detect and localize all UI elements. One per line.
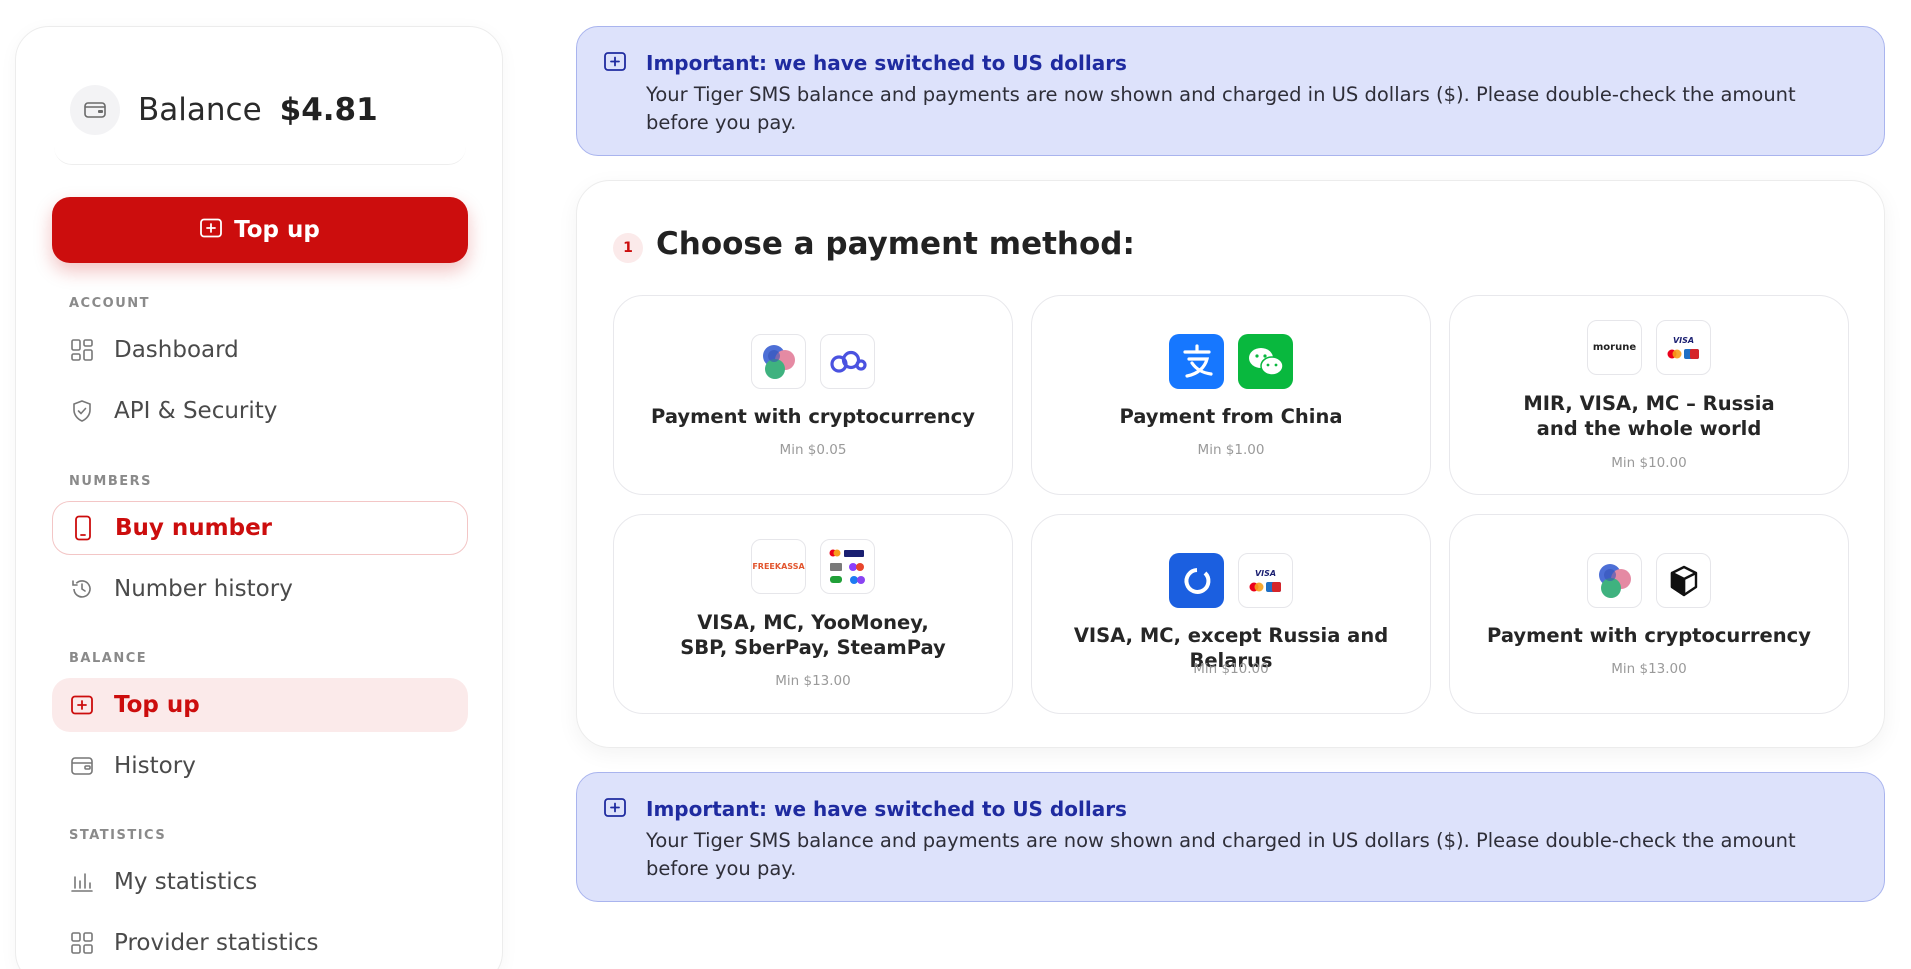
wechat-pay-icon	[1238, 334, 1293, 389]
step-badge: 1	[613, 233, 643, 263]
payment-method-yoomoney-sbp[interactable]: FREEKASSA VISA, MC, YooMoney, SBP, SberP…	[613, 514, 1013, 714]
payment-method-title: MIR, VISA, MC – Russia and the whole wor…	[1523, 392, 1775, 440]
sidebar-item-label: Dashboard	[114, 337, 239, 363]
sidebar-item-dashboard[interactable]: Dashboard	[52, 323, 468, 377]
ring-logo-icon	[1169, 553, 1224, 608]
sidebar: Balance $4.81 Top up ACCOUNT Dashboard A…	[15, 26, 503, 969]
section-statistics: STATISTICS	[69, 828, 167, 843]
payment-method-min: Min $10.00	[1611, 455, 1687, 471]
freekassa-logo-text: FREEKASSA	[752, 562, 805, 571]
sidebar-item-api-security[interactable]: API & Security	[52, 384, 468, 438]
balance-label: Balance	[138, 92, 262, 128]
payment-method-crypto[interactable]: Payment with cryptocurrency Min $0.05	[613, 295, 1013, 495]
balance-display: Balance $4.81	[70, 85, 378, 135]
wallet-icon	[68, 752, 96, 780]
payment-method-min: Min $1.00	[1197, 442, 1265, 458]
currency-notice: Important: we have switched to US dollar…	[576, 26, 1885, 156]
notice-title: Important: we have switched to US dollar…	[646, 797, 1127, 821]
payment-method-min: Min $10.00	[1193, 661, 1269, 677]
crypto-coins-icon	[751, 334, 806, 389]
shield-check-icon	[68, 397, 96, 425]
bar-chart-icon	[68, 868, 96, 896]
payment-method-min: Min $13.00	[775, 673, 851, 689]
payment-method-mir-visa-mc[interactable]: morune VISA MIR, VISA, MC – Russia and t…	[1449, 295, 1849, 495]
sidebar-item-label: My statistics	[114, 869, 258, 895]
plus-square-icon	[200, 218, 223, 242]
top-up-button[interactable]: Top up	[52, 197, 468, 263]
top-up-button-label: Top up	[234, 217, 320, 243]
sidebar-item-history[interactable]: History	[52, 739, 468, 793]
visa-mc-icon: VISA	[1238, 553, 1293, 608]
sidebar-item-label: Number history	[114, 576, 293, 602]
payment-method-title: VISA, MC, YooMoney, SBP, SberPay, SteamP…	[680, 611, 946, 659]
phone-icon	[69, 514, 97, 542]
sidebar-item-buy-number[interactable]: Buy number	[52, 501, 468, 555]
sidebar-item-number-history[interactable]: Number history	[52, 562, 468, 616]
visa-mc-icon: VISA	[1656, 320, 1711, 375]
notice-text: Your Tiger SMS balance and payments are …	[646, 829, 1796, 880]
payment-method-title: Payment with cryptocurrency	[651, 405, 975, 428]
payment-method-china[interactable]: Payment from China Min $1.00	[1031, 295, 1431, 495]
wallet-icon	[70, 85, 120, 135]
sidebar-item-label: Buy number	[115, 515, 273, 541]
balance-divider	[54, 147, 466, 165]
payment-method-crypto-alt[interactable]: Payment with cryptocurrency Min $13.00	[1449, 514, 1849, 714]
plus-square-icon	[603, 51, 627, 77]
sidebar-item-top-up[interactable]: Top up	[52, 678, 468, 732]
freekassa-logo: FREEKASSA	[751, 539, 806, 594]
sidebar-item-provider-statistics[interactable]: Provider statistics	[52, 916, 468, 969]
payment-method-min: Min $13.00	[1611, 661, 1687, 677]
notice-title: Important: we have switched to US dollar…	[646, 51, 1127, 75]
section-numbers: NUMBERS	[69, 474, 153, 489]
sidebar-item-label: Provider statistics	[114, 930, 319, 956]
payment-method-title: Payment from China	[1119, 405, 1343, 428]
multi-payment-icon	[820, 539, 875, 594]
cloud-link-icon	[820, 334, 875, 389]
crypto-coins-icon	[1587, 553, 1642, 608]
morune-logo-text: morune	[1592, 342, 1637, 353]
payment-method-panel: 1 Choose a payment method: Payment with …	[576, 180, 1885, 748]
section-account: ACCOUNT	[69, 296, 150, 311]
alipay-icon	[1169, 334, 1224, 389]
visa-logo-text: VISA	[1672, 335, 1695, 345]
plus-square-icon	[68, 691, 96, 719]
sidebar-item-label: API & Security	[114, 398, 278, 424]
section-balance: BALANCE	[69, 651, 148, 666]
balance-amount: $4.81	[279, 92, 378, 128]
payment-method-min: Min $0.05	[779, 442, 847, 458]
payment-title: Choose a payment method:	[656, 226, 1135, 262]
history-clock-icon	[68, 575, 96, 603]
morune-logo: morune	[1587, 320, 1642, 375]
sidebar-item-my-statistics[interactable]: My statistics	[52, 855, 468, 909]
cube-icon	[1656, 553, 1711, 608]
notice-text: Your Tiger SMS balance and payments are …	[646, 83, 1796, 134]
grid-icon	[68, 336, 96, 364]
sidebar-item-label: History	[114, 753, 196, 779]
payment-method-visa-mc-intl[interactable]: VISA VISA, MC, except Russia and Belarus…	[1031, 514, 1431, 714]
sidebar-item-label: Top up	[114, 692, 200, 718]
payment-method-title: Payment with cryptocurrency	[1487, 624, 1811, 647]
visa-logo-text: VISA	[1254, 568, 1277, 578]
currency-notice-bottom: Important: we have switched to US dollar…	[576, 772, 1885, 902]
grid-icon	[68, 929, 96, 957]
plus-square-icon	[603, 797, 627, 823]
